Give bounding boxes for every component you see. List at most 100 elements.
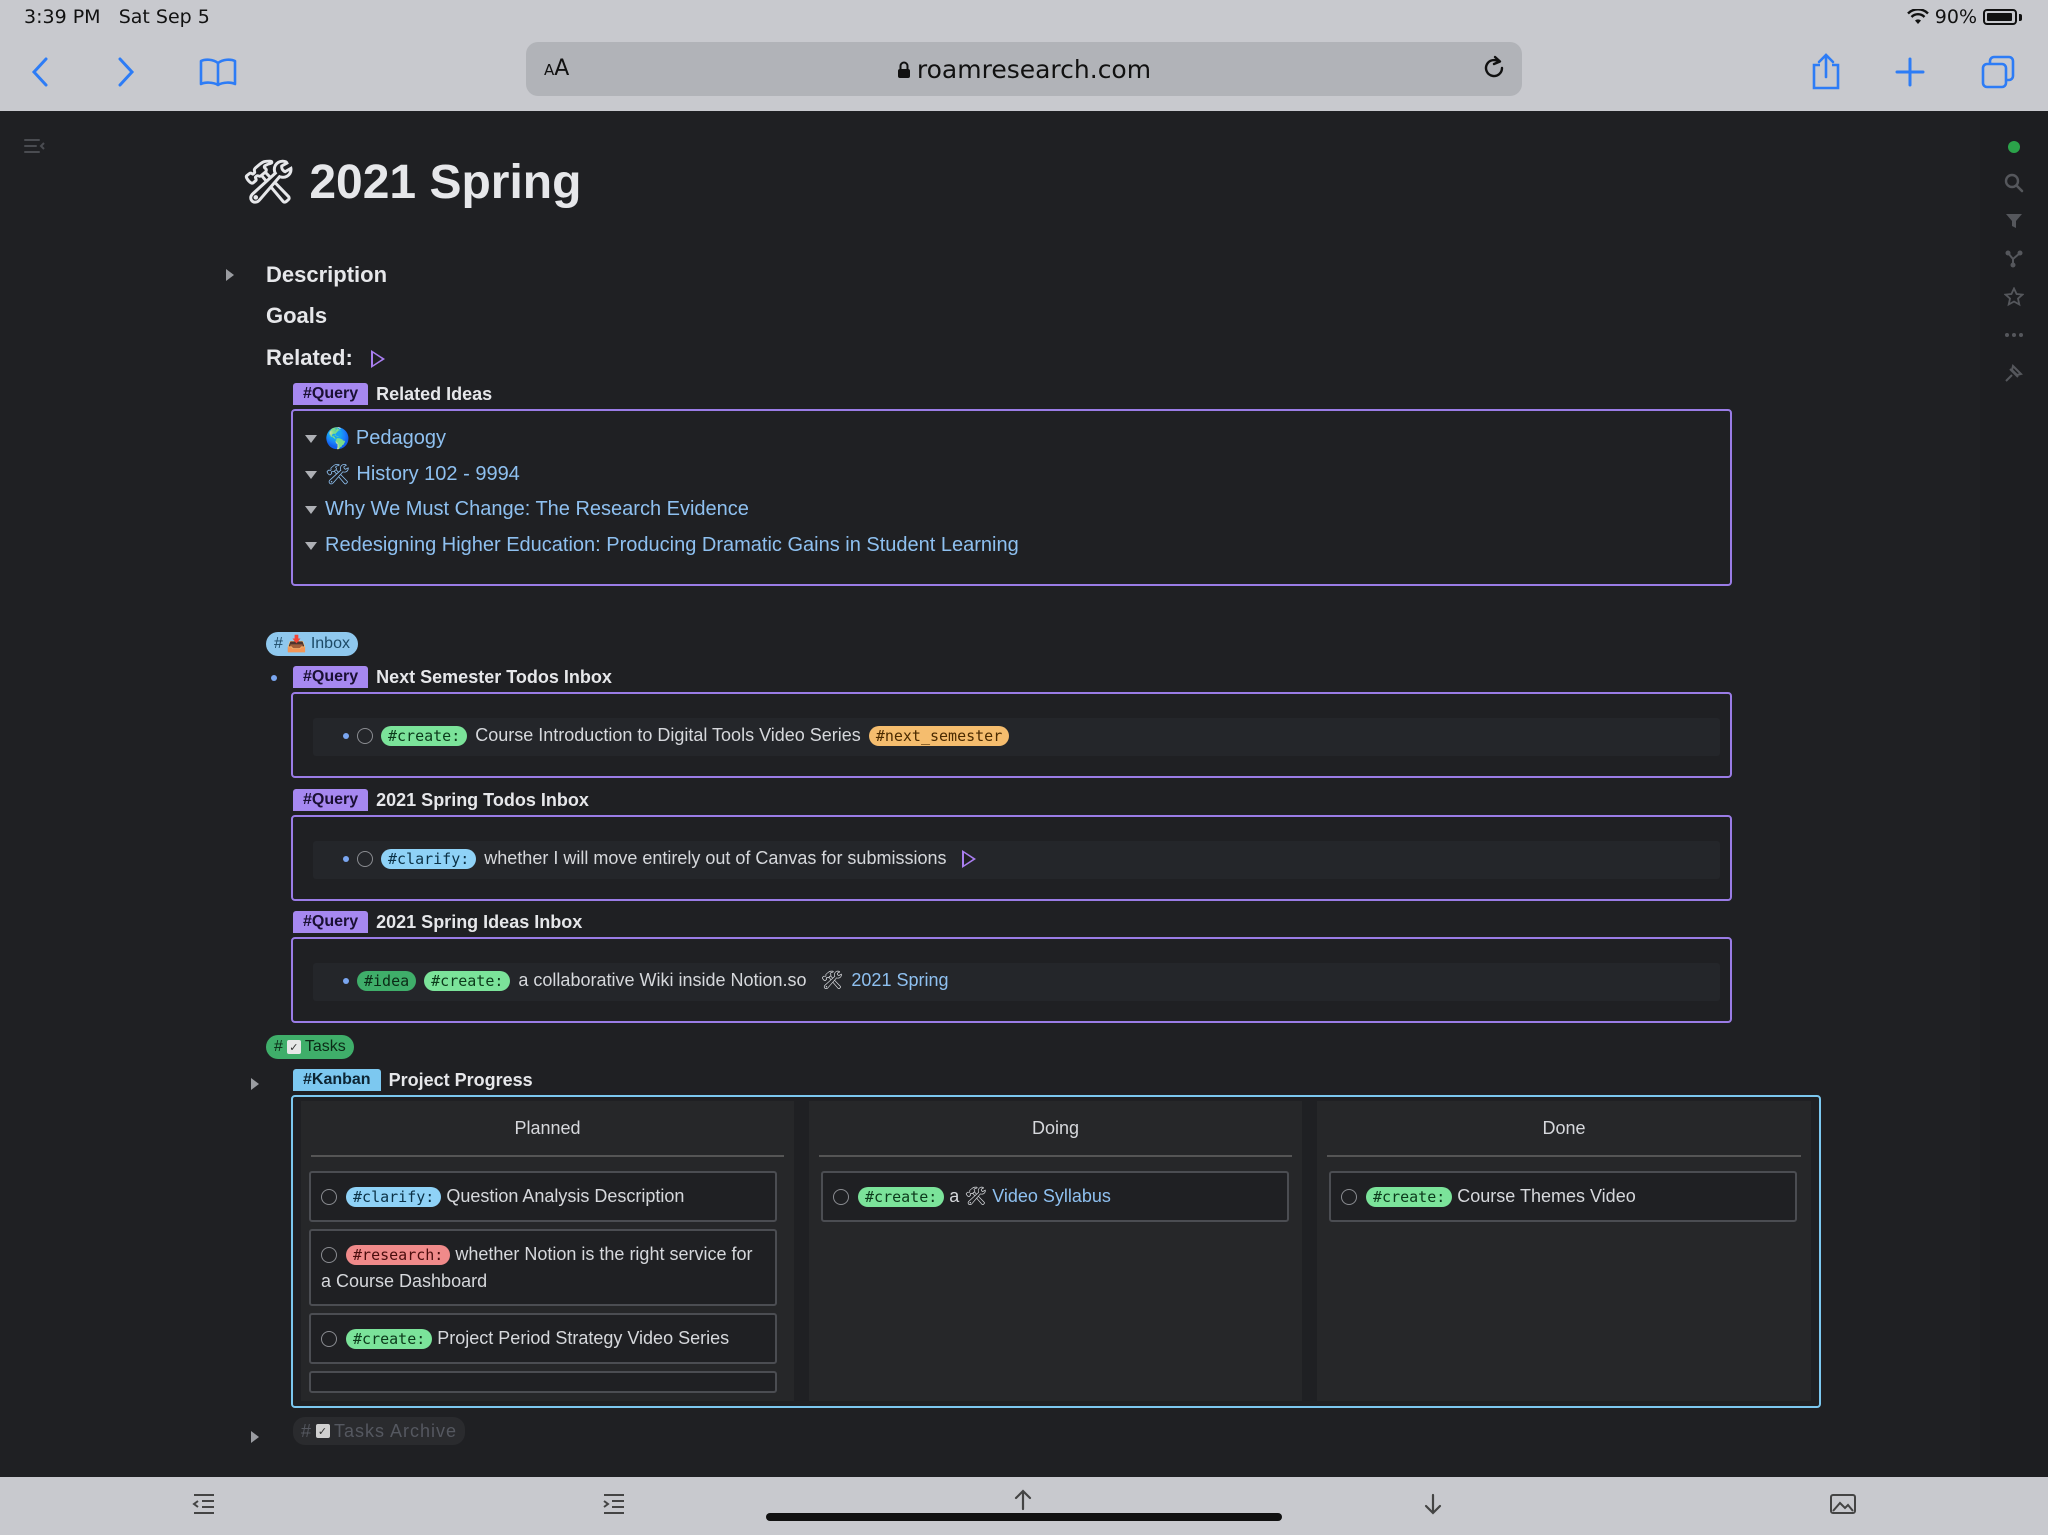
- description-heading[interactable]: Description: [266, 262, 387, 288]
- query-title[interactable]: Related Ideas: [376, 384, 492, 405]
- kanban-card[interactable]: #create: a 🛠 Video Syllabus: [821, 1171, 1289, 1223]
- column-header[interactable]: Done: [1327, 1101, 1801, 1157]
- back-icon[interactable]: [18, 50, 62, 94]
- todo-checkbox[interactable]: [321, 1331, 337, 1348]
- tabs-overview-icon[interactable]: [1976, 50, 2020, 94]
- collapse-caret-icon[interactable]: [305, 505, 317, 514]
- expand-caret-icon[interactable]: [251, 1078, 259, 1090]
- keyboard-shortcut-bar: [0, 1477, 2048, 1535]
- kanban-card[interactable]: #research: whether Notion is the right s…: [309, 1229, 777, 1307]
- next-semester-tag[interactable]: #next_semester: [868, 725, 1010, 746]
- idea-text: a collaborative Wiki inside Notion.so: [518, 970, 807, 990]
- research-tag[interactable]: #research:: [346, 1245, 451, 1266]
- create-tag[interactable]: #create:: [424, 970, 511, 991]
- collapse-caret-icon[interactable]: [305, 434, 317, 443]
- clarify-tag[interactable]: #clarify:: [381, 848, 477, 869]
- graph-icon[interactable]: [2002, 247, 2026, 271]
- todo-checkbox[interactable]: [1341, 1189, 1357, 1206]
- todo-checkbox[interactable]: [357, 850, 373, 867]
- reload-icon[interactable]: [1480, 54, 1508, 86]
- create-tag[interactable]: #create:: [858, 1187, 945, 1208]
- new-card-slot[interactable]: [309, 1371, 777, 1393]
- kanban-card[interactable]: #create: Course Themes Video: [1329, 1171, 1797, 1223]
- block-bullet[interactable]: [343, 855, 349, 862]
- image-icon[interactable]: [1830, 1493, 1856, 1519]
- sidebar-toggle-icon[interactable]: [24, 137, 46, 159]
- related-ideas-query-header: #Query Related Ideas: [293, 383, 492, 405]
- todo-checkbox[interactable]: [357, 727, 373, 744]
- indent-icon[interactable]: [602, 1493, 626, 1519]
- forward-icon[interactable]: [104, 50, 148, 94]
- create-tag[interactable]: #create:: [381, 725, 468, 746]
- todo-block[interactable]: #clarify: whether I will move entirely o…: [313, 841, 1720, 879]
- expand-caret-icon[interactable]: [251, 1431, 259, 1443]
- todo-text: Course Introduction to Digital Tools Vid…: [475, 725, 861, 745]
- pin-icon[interactable]: [2002, 361, 2026, 385]
- create-tag[interactable]: #create:: [1366, 1187, 1453, 1208]
- column-header[interactable]: Planned: [311, 1101, 784, 1157]
- lock-icon: [897, 61, 910, 78]
- related-item[interactable]: Why We Must Change: The Research Evidenc…: [305, 498, 749, 521]
- clarify-tag[interactable]: #clarify:: [346, 1187, 442, 1208]
- collapse-caret-icon[interactable]: [305, 541, 317, 550]
- search-icon[interactable]: [2002, 171, 2026, 195]
- kanban-card[interactable]: #clarify: Question Analysis Description: [309, 1171, 777, 1223]
- play-icon[interactable]: [371, 350, 386, 369]
- address-bar[interactable]: AA roamresearch.com: [526, 42, 1522, 96]
- query-tag[interactable]: #Query: [293, 666, 369, 688]
- query-title[interactable]: Next Semester Todos Inbox: [376, 667, 612, 688]
- right-toolbar: [1980, 111, 2048, 1477]
- page-link[interactable]: 2021 Spring: [851, 970, 948, 991]
- related-heading[interactable]: Related:: [266, 345, 386, 371]
- page-link[interactable]: Video Syllabus: [992, 1186, 1111, 1206]
- tools-emoji-icon: 🛠: [820, 970, 844, 990]
- related-item[interactable]: 🛠 History 102 - 9994: [305, 462, 520, 487]
- kanban-card[interactable]: #create: Project Period Strategy Video S…: [309, 1313, 777, 1365]
- play-icon[interactable]: [962, 849, 977, 868]
- todo-checkbox[interactable]: [321, 1247, 337, 1264]
- query-tag[interactable]: #Query: [293, 911, 369, 933]
- todo-block[interactable]: #create: Course Introduction to Digital …: [313, 718, 1720, 756]
- todo-checkbox[interactable]: [321, 1189, 337, 1206]
- share-icon[interactable]: [1804, 50, 1848, 94]
- page-title[interactable]: 🛠 2021 Spring: [242, 155, 581, 210]
- query-title[interactable]: 2021 Spring Ideas Inbox: [376, 912, 582, 933]
- tools-emoji-icon: 🛠: [242, 158, 296, 205]
- bookmarks-icon[interactable]: [196, 50, 240, 94]
- expand-caret-icon[interactable]: [226, 269, 234, 281]
- idea-block[interactable]: #idea #create: a collaborative Wiki insi…: [313, 963, 1720, 1001]
- star-icon[interactable]: [2002, 285, 2026, 309]
- tasks-archive-tag[interactable]: # ✓ Tasks Archive: [293, 1417, 466, 1445]
- new-tab-icon[interactable]: [1888, 50, 1932, 94]
- move-up-icon[interactable]: [1012, 1489, 1034, 1515]
- goals-heading[interactable]: Goals: [266, 303, 327, 329]
- related-item[interactable]: 🌎 Pedagogy: [305, 426, 446, 451]
- query-tag[interactable]: #Query: [293, 789, 369, 811]
- idea-tag[interactable]: #idea: [357, 970, 417, 991]
- kanban-column-done: Done #create: Course Themes Video: [1317, 1101, 1811, 1401]
- outdent-icon[interactable]: [192, 1493, 216, 1519]
- status-bar: 3:39 PM Sat Sep 5 90%: [0, 0, 2048, 36]
- related-item[interactable]: Redesigning Higher Education: Producing …: [305, 534, 1019, 557]
- create-tag[interactable]: #create:: [346, 1329, 433, 1350]
- query-tag[interactable]: #Query: [293, 383, 369, 405]
- todo-text: whether I will move entirely out of Canv…: [484, 848, 947, 868]
- spring-todos-results: #clarify: whether I will move entirely o…: [291, 815, 1732, 901]
- status-right: 90%: [1906, 6, 2022, 28]
- kanban-tag[interactable]: #Kanban: [293, 1069, 381, 1091]
- more-icon[interactable]: [2002, 323, 2026, 347]
- kanban-board: Planned #clarify: Question Analysis Desc…: [291, 1095, 1821, 1408]
- collapse-caret-icon[interactable]: [305, 470, 317, 479]
- kanban-title[interactable]: Project Progress: [389, 1070, 533, 1091]
- todo-checkbox[interactable]: [833, 1189, 849, 1206]
- block-bullet[interactable]: [271, 675, 277, 681]
- column-header[interactable]: Doing: [819, 1101, 1292, 1157]
- block-bullet[interactable]: [343, 732, 349, 739]
- block-bullet[interactable]: [343, 977, 349, 984]
- tasks-tag[interactable]: # ✓ Tasks: [266, 1035, 354, 1059]
- inbox-tag[interactable]: # 📥 Inbox: [266, 632, 358, 656]
- related-ideas-results: 🌎 Pedagogy 🛠 History 102 - 9994 Why We M…: [291, 409, 1732, 586]
- filter-icon[interactable]: [2002, 209, 2026, 233]
- query-title[interactable]: 2021 Spring Todos Inbox: [376, 790, 589, 811]
- move-down-icon[interactable]: [1422, 1493, 1444, 1519]
